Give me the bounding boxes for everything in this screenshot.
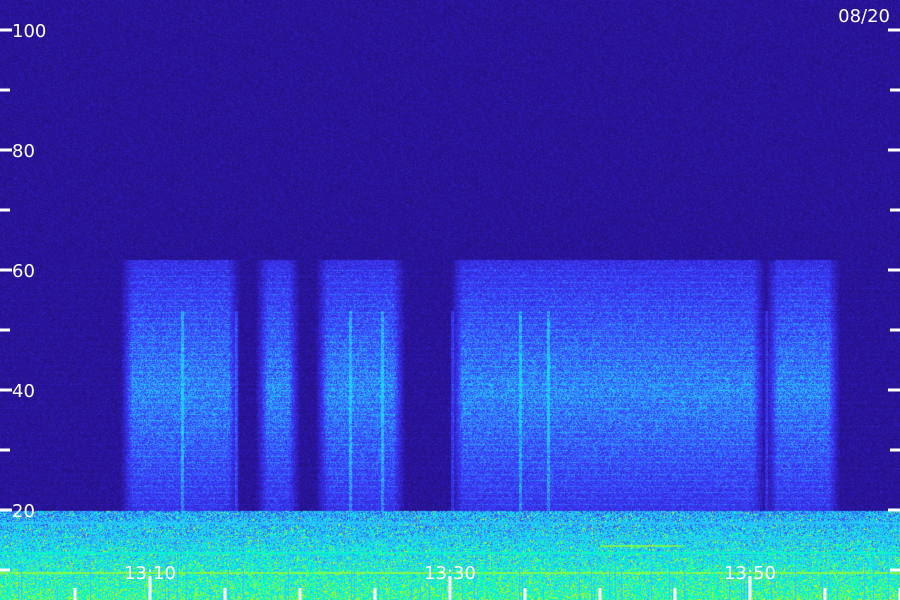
- y-minor-tick-right-30: [890, 448, 900, 452]
- y-tick-left-20: [0, 508, 12, 512]
- x-tick-label-1330: 13:30: [424, 563, 476, 584]
- y-minor-tick-left-30: [0, 448, 10, 452]
- x-minor-tick-1355: [823, 588, 827, 600]
- y-tick-left-100: [0, 28, 12, 32]
- y-tick-right-60: [888, 268, 900, 272]
- y-tick-left-80: [0, 148, 12, 152]
- axes-overlay: 100 80 60 40 20 13:10 13:30 13:50 08/20: [0, 6, 900, 600]
- y-minor-tick-left-70: [0, 208, 10, 212]
- y-axis-right: [888, 28, 900, 572]
- x-axis: 13:10 13:30 13:50: [73, 563, 900, 600]
- x-minor-tick-1315: [223, 588, 227, 600]
- x-minor-tick-1325: [373, 588, 377, 600]
- y-tick-right-80: [888, 148, 900, 152]
- x-minor-tick-1345: [673, 588, 677, 600]
- x-minor-tick-1320: [298, 588, 302, 600]
- y-tick-label-40: 40: [12, 381, 35, 402]
- y-axis-left: 100 80 60 40 20: [0, 21, 46, 572]
- y-tick-left-40: [0, 388, 12, 392]
- y-tick-label-80: 80: [12, 141, 35, 162]
- y-tick-right-20: [888, 508, 900, 512]
- y-minor-tick-right-70: [890, 208, 900, 212]
- y-tick-right-100: [888, 28, 900, 32]
- y-tick-label-60: 60: [12, 261, 35, 282]
- x-tick-label-1310: 13:10: [124, 563, 176, 584]
- y-minor-tick-left-90: [0, 88, 10, 92]
- y-minor-tick-right-10: [890, 568, 900, 572]
- y-minor-tick-left-50: [0, 328, 10, 332]
- y-tick-label-100: 100: [12, 21, 46, 42]
- y-tick-left-60: [0, 268, 12, 272]
- y-minor-tick-right-90: [890, 88, 900, 92]
- x-minor-tick-1335: [523, 588, 527, 600]
- x-tick-label-1350: 13:50: [724, 563, 776, 584]
- y-minor-tick-left-10: [0, 568, 10, 572]
- y-tick-label-20: 20: [12, 501, 35, 522]
- x-minor-tick-1305: [73, 588, 77, 600]
- x-minor-tick-1340: [598, 588, 602, 600]
- date-label: 08/20: [838, 6, 890, 27]
- y-minor-tick-right-50: [890, 328, 900, 332]
- spectrogram-chart: 100 80 60 40 20 13:10 13:30 13:50 08/20: [0, 0, 900, 600]
- y-tick-right-40: [888, 388, 900, 392]
